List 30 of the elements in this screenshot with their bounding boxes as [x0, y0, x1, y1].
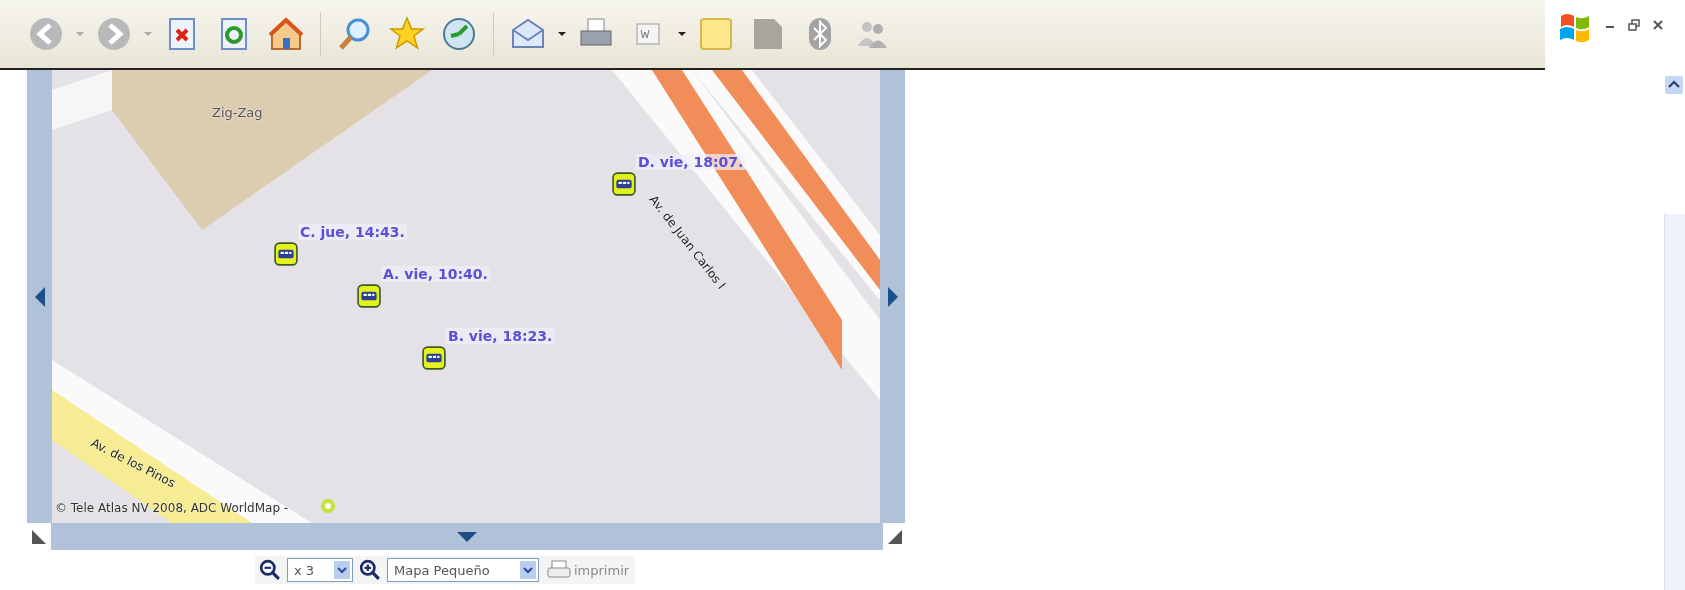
scroll-thumb[interactable] — [1663, 214, 1685, 590]
bus-marker-icon[interactable] — [274, 242, 298, 266]
zoom-level-dropdown[interactable]: x 3 — [287, 558, 353, 582]
bus-marker-icon[interactable] — [612, 172, 636, 196]
left-arrow-icon[interactable] — [34, 286, 45, 307]
right-arrow-icon[interactable] — [887, 286, 898, 307]
home-icon[interactable] — [268, 16, 304, 52]
marker-label: A. vie, 10:40. — [381, 266, 490, 282]
bus-marker-icon[interactable] — [422, 346, 446, 370]
zoom-out-icon[interactable] — [259, 559, 281, 581]
history-icon[interactable] — [441, 16, 477, 52]
close-icon[interactable] — [1651, 18, 1665, 32]
star-icon[interactable] — [389, 16, 425, 52]
printer-icon — [547, 560, 571, 580]
caret-icon[interactable] — [678, 32, 686, 36]
marker-label: C. jue, 14:43. — [298, 224, 407, 240]
restore-icon[interactable] — [1627, 18, 1641, 32]
zoom-in-icon[interactable] — [359, 559, 381, 581]
scroll-up-icon[interactable] — [1665, 76, 1683, 94]
bus-marker-icon[interactable] — [357, 284, 381, 308]
copyright-text: © Tele Atlas NV 2008, ADC WorldMap - — [55, 501, 289, 515]
target-logo-icon — [320, 498, 336, 514]
corner-arrow-icon[interactable] — [32, 529, 46, 544]
place-label: Zig-Zag — [212, 105, 263, 120]
caret-icon[interactable] — [558, 32, 566, 36]
map-size-dropdown[interactable]: Mapa Pequeño — [387, 558, 539, 582]
down-arrow-icon[interactable] — [457, 531, 477, 542]
corner-arrow-icon[interactable] — [888, 529, 902, 544]
marker-label: D. vie, 18:07. — [636, 154, 746, 170]
marker-label: B. vie, 18:23. — [446, 328, 555, 344]
